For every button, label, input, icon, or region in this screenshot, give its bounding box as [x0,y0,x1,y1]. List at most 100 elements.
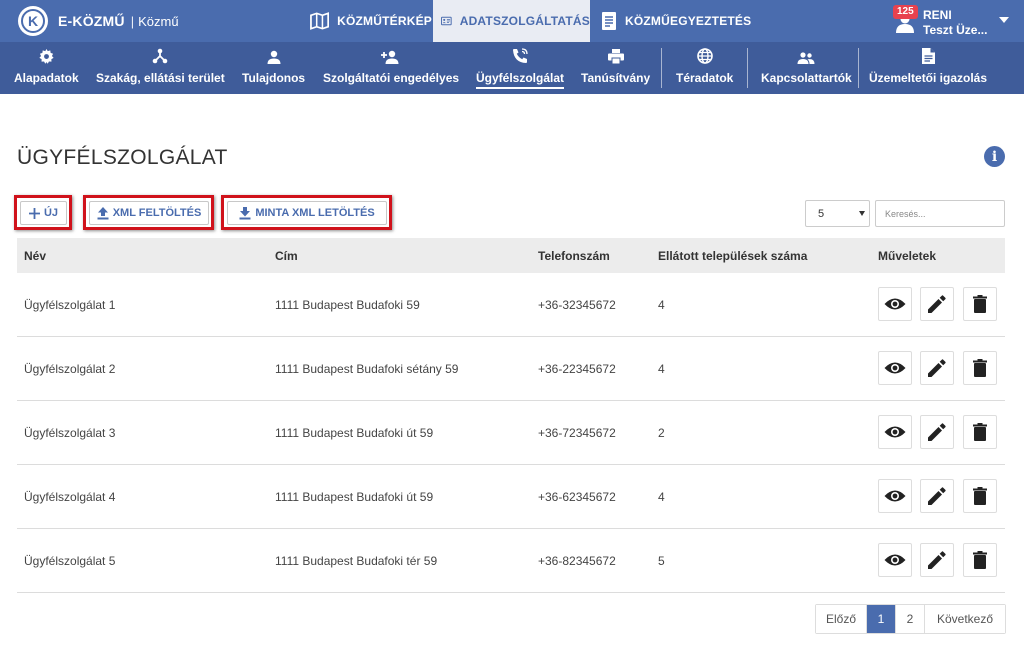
nav-label: Üzemeltetői igazolás [869,71,988,85]
eye-icon [884,298,906,310]
eye-icon [884,426,906,438]
pagination-page-1[interactable]: 1 [867,605,896,633]
upload-icon [97,206,109,219]
new-button[interactable]: ÚJ [20,201,67,225]
edit-button[interactable] [920,479,954,513]
pagination-next[interactable]: Következő [925,605,1005,633]
brand[interactable]: K E-KÖZMŰ | Közmű [18,6,179,36]
sub-navigation: Alapadatok Szakág, ellátási terület Tula… [0,42,1024,94]
view-button[interactable] [878,479,912,513]
top-tab-label: KÖZMŰTÉRKÉP [337,14,432,28]
cell-phone: +36-32345672 [538,298,616,312]
cell-phone: +36-22345672 [538,362,616,376]
document-icon [602,12,616,30]
view-button[interactable] [878,543,912,577]
cell-address: 1111 Budapest Budafoki út 59 [275,426,434,440]
map-icon [310,12,330,30]
chevron-down-icon[interactable] [999,17,1009,23]
view-button[interactable] [878,287,912,321]
nav-label: Tanúsítvány [581,71,651,85]
edit-button[interactable] [920,351,954,385]
page-size-select[interactable]: 5 [805,200,870,227]
delete-button[interactable] [963,543,997,577]
table-header: Név Cím Telefonszám Ellátott települések… [17,238,1005,273]
nav-label: Téradatok [676,71,734,85]
eye-icon [884,490,906,502]
top-bar: K E-KÖZMŰ | Közmű KÖZMŰTÉRKÉP ADATSZOLGÁ… [0,0,1024,42]
people-icon [797,52,815,64]
page-title: ÜGYFÉLSZOLGÁLAT [17,146,228,169]
cell-name: Ügyfélszolgálat 5 [24,554,116,568]
trash-icon [973,551,987,569]
search-input[interactable] [875,200,1005,227]
pagination-page-2[interactable]: 2 [896,605,925,633]
brand-name: E-KÖZMŰ [58,13,125,29]
service-table: Név Cím Telefonszám Ellátott települések… [17,238,1005,593]
page-size-value: 5 [818,207,825,220]
edit-button[interactable] [920,543,954,577]
pagination-prev[interactable]: Előző [816,605,867,633]
cell-name: Ügyfélszolgálat 1 [24,298,116,312]
nav-item-szakag[interactable]: Szakág, ellátási terület [96,42,225,94]
trash-icon [973,295,987,313]
pencil-icon [928,487,946,505]
nav-item-teradatok[interactable]: Téradatok [676,42,733,94]
printer-icon [607,49,624,64]
id-card-icon [441,16,452,26]
cell-settlements: 2 [658,426,665,440]
column-header-phone[interactable]: Telefonszám [538,249,610,263]
delete-button[interactable] [963,415,997,449]
top-tab-label: ADATSZOLGÁLTATÁS [459,14,590,28]
cell-name: Ügyfélszolgálat 2 [24,362,116,376]
view-button[interactable] [878,351,912,385]
caret-down-icon [859,211,865,216]
delete-button[interactable] [963,351,997,385]
trash-icon [973,359,987,377]
download-icon [239,206,251,219]
nav-item-ugyfelszolgalat[interactable]: Ügyfélszolgálat [476,42,565,94]
delete-button[interactable] [963,479,997,513]
table-row: Ügyfélszolgálat 5 1111 Budapest Budafoki… [17,529,1005,593]
cell-phone: +36-72345672 [538,426,616,440]
nav-label: Kapcsolattartók [761,71,852,85]
pencil-icon [928,551,946,569]
table-row: Ügyfélszolgálat 4 1111 Budapest Budafoki… [17,465,1005,529]
edit-button[interactable] [920,287,954,321]
pencil-icon [928,423,946,441]
file-icon [921,48,935,64]
top-tab-label: KÖZMŰEGYEZTETÉS [625,14,752,28]
table-row: Ügyfélszolgálat 2 1111 Budapest Budafoki… [17,337,1005,401]
pencil-icon [928,359,946,377]
top-tab-kozmuegyeztetes[interactable]: KÖZMŰEGYEZTETÉS [595,0,775,42]
xml-upload-label: XML FELTÖLTÉS [112,207,202,219]
nav-item-szolgaltatoi-engedelyes[interactable]: Szolgáltatói engedélyes [323,42,459,94]
delete-button[interactable] [963,287,997,321]
sample-xml-download-button[interactable]: MINTA XML LETÖLTÉS [227,201,387,225]
nav-label: Ügyfélszolgálat [476,71,565,89]
nav-label: Szakág, ellátási terület [96,71,225,85]
user-menu[interactable]: 125 RENI Teszt Üze... [893,5,1013,39]
column-header-name[interactable]: Név [24,249,46,263]
notification-badge[interactable]: 125 [893,5,918,19]
edit-button[interactable] [920,415,954,449]
nav-item-tanusitvany[interactable]: Tanúsítvány [581,42,650,94]
nav-item-kapcsolattartok[interactable]: Kapcsolattartók [761,42,852,94]
nav-divider [661,48,662,88]
top-tab-adatszolgaltatas[interactable]: ADATSZOLGÁLTATÁS [433,0,590,42]
nav-item-uzemeltetoi-igazolas[interactable]: Üzemeltetői igazolás [869,42,987,94]
view-button[interactable] [878,415,912,449]
new-button-label: ÚJ [43,207,59,219]
globe-icon [696,48,713,64]
info-icon[interactable]: i [984,146,1005,167]
nav-item-tulajdonos[interactable]: Tulajdonos [242,42,305,94]
eye-icon [884,554,906,566]
column-header-address[interactable]: Cím [275,249,298,263]
xml-upload-button[interactable]: XML FELTÖLTÉS [89,201,209,225]
nav-item-alapadatok[interactable]: Alapadatok [14,42,79,94]
top-tab-kozmuterkep[interactable]: KÖZMŰTÉRKÉP [306,0,432,42]
cell-settlements: 4 [658,362,665,376]
nav-label: Szolgáltatói engedélyes [323,71,460,85]
column-header-settlements[interactable]: Ellátott települések száma [658,249,807,263]
plus-icon [28,207,40,219]
brand-separator: | [130,13,135,29]
